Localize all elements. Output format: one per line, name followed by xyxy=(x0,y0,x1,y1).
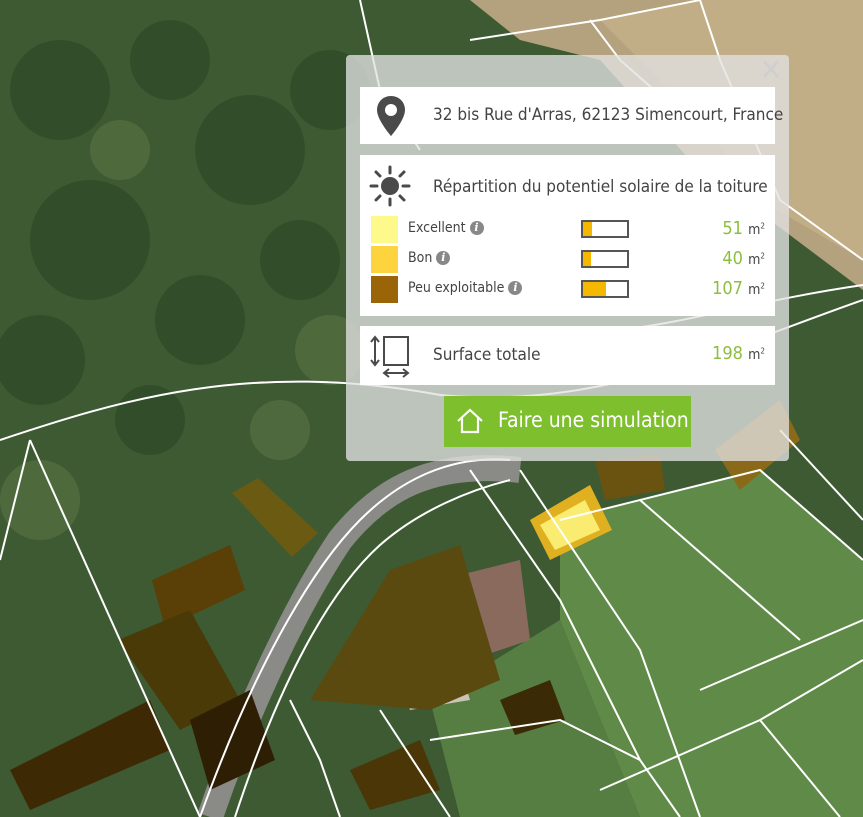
excellent-swatch xyxy=(371,216,398,243)
address-text: 32 bis Rue d'Arras, 62123 Simencourt, Fr… xyxy=(433,105,784,125)
excellent-bar xyxy=(581,220,629,238)
peu-exploitable-swatch xyxy=(371,276,398,303)
close-icon[interactable]: ✕ xyxy=(759,56,783,86)
address-card: 32 bis Rue d'Arras, 62123 Simencourt, Fr… xyxy=(360,87,783,144)
bon-bar-fill xyxy=(583,252,591,266)
excellent-bar-fill xyxy=(583,222,592,236)
solar-title: Répartition du potentiel solaire de la t… xyxy=(433,177,768,197)
solar-row-excellent: Excellent i 51 m2 xyxy=(360,216,775,244)
map-pin-icon xyxy=(377,96,405,136)
peu-exploitable-bar-fill xyxy=(583,282,606,296)
peu-exploitable-bar xyxy=(581,280,629,298)
bon-label: Bon xyxy=(408,250,433,266)
info-icon[interactable]: i xyxy=(469,221,484,235)
simulate-button-label: Faire une simulation xyxy=(498,408,689,432)
excellent-value: 51 xyxy=(722,218,743,239)
simulate-button[interactable]: Faire une simulation xyxy=(444,396,691,447)
total-surface-label: Surface totale xyxy=(433,345,541,365)
total-surface-unit: m xyxy=(748,347,761,363)
bon-unit: m xyxy=(748,252,761,268)
sun-icon xyxy=(369,165,411,207)
total-surface-value: 198 xyxy=(712,343,743,364)
peu-exploitable-value: 107 xyxy=(712,278,743,299)
house-icon xyxy=(457,408,483,434)
bon-value: 40 xyxy=(722,248,743,269)
peu-exploitable-label: Peu exploitable xyxy=(408,280,505,296)
info-icon[interactable]: i xyxy=(436,251,451,265)
excellent-label: Excellent xyxy=(408,220,466,236)
area-dimensions-icon xyxy=(370,335,410,378)
bon-swatch xyxy=(371,246,398,273)
info-panel: ✕ 32 bis Rue d'Arras, 62123 Simencourt, … xyxy=(346,55,789,461)
bon-bar xyxy=(581,250,629,268)
solar-potential-card: Répartition du potentiel solaire de la t… xyxy=(360,155,775,316)
info-icon[interactable]: i xyxy=(508,281,523,295)
total-surface-card: Surface totale 198 m2 xyxy=(360,326,775,385)
peu-exploitable-unit: m xyxy=(748,282,761,298)
excellent-unit: m xyxy=(748,222,761,238)
solar-row-peu-exploitable: Peu exploitable i 107 m2 xyxy=(360,276,775,304)
solar-row-bon: Bon i 40 m2 xyxy=(360,246,775,274)
